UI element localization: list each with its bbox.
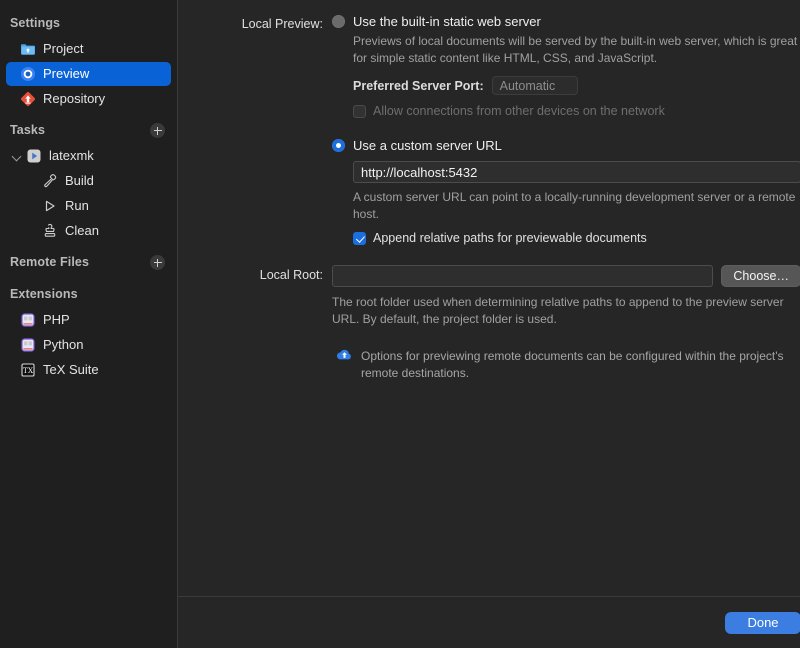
hammer-icon (42, 173, 58, 189)
footer-bar: Done (178, 596, 800, 648)
custom-server-radio-label: Use a custom server URL (353, 138, 502, 153)
preview-target-icon (20, 66, 36, 82)
sidebar-item-label: Repository (43, 91, 106, 106)
sidebar-item-label: TeX Suite (43, 362, 99, 377)
sidebar-item-label: Run (65, 198, 89, 213)
sidebar-item-build[interactable]: Build (6, 169, 171, 193)
task-run-icon (26, 148, 42, 164)
allow-connections-checkbox[interactable] (353, 104, 366, 118)
allow-connections-label: Allow connections from other devices on … (373, 104, 665, 118)
sidebar-item-repository[interactable]: Repository (6, 87, 171, 111)
add-remote-file-button[interactable] (150, 255, 165, 270)
sidebar-item-label: Preview (43, 66, 90, 81)
custom-server-radio[interactable] (332, 139, 345, 152)
builtin-server-radio[interactable] (332, 15, 345, 28)
preferred-server-port-row: Preferred Server Port: Automatic (353, 76, 800, 95)
sidebar-item-label: PHP (43, 312, 70, 327)
sidebar-section-title: Tasks (10, 123, 46, 137)
append-relative-paths-row[interactable]: Append relative paths for previewable do… (353, 231, 800, 245)
tex-extension-icon: TX (20, 362, 36, 378)
sidebar-section-remote-files-header: Remote Files (0, 249, 177, 275)
sidebar-section-title: Remote Files (10, 255, 90, 269)
cloud-upload-icon (336, 347, 353, 367)
local-preview-label: Local Preview: (241, 17, 323, 31)
sidebar-item-label: Clean (65, 223, 99, 238)
custom-server-radio-row[interactable]: Use a custom server URL (332, 138, 800, 153)
local-preview-field-row: Local Preview: Use the built-in static w… (178, 14, 800, 118)
sidebar-item-label: latexmk (49, 148, 94, 163)
custom-server-url-input[interactable]: http://localhost:5432 (353, 161, 800, 183)
svg-text:TX: TX (23, 366, 34, 375)
sidebar-section-settings-header: Settings (0, 10, 177, 36)
chevron-down-icon[interactable] (12, 150, 24, 162)
main-panel: Local Preview: Use the built-in static w… (178, 0, 800, 648)
allow-connections-row[interactable]: Allow connections from other devices on … (353, 104, 800, 118)
local-root-input[interactable] (332, 265, 714, 287)
sidebar-item-clean[interactable]: Clean (6, 219, 171, 243)
local-root-label: Local Root: (259, 268, 323, 282)
sidebar: Settings Project Preview Repository Task… (0, 0, 178, 648)
stamp-icon (42, 223, 58, 239)
append-relative-paths-label: Append relative paths for previewable do… (373, 231, 647, 245)
extension-icon (20, 312, 36, 328)
local-root-description: The root folder used when determining re… (332, 295, 784, 326)
custom-server-description: A custom server URL can point to a local… (353, 190, 796, 221)
project-folder-icon (20, 41, 36, 57)
builtin-server-radio-label: Use the built-in static web server (353, 14, 541, 29)
extension-icon (20, 337, 36, 353)
custom-server-spacer (178, 138, 332, 141)
sidebar-item-tex-suite[interactable]: TX TeX Suite (6, 358, 171, 382)
sidebar-section-tasks-header: Tasks (0, 117, 177, 143)
sidebar-item-label: Python (43, 337, 84, 352)
sidebar-section-title: Extensions (10, 287, 78, 301)
play-icon (42, 198, 58, 214)
sidebar-item-preview[interactable]: Preview (6, 62, 171, 86)
builtin-server-description: Previews of local documents will be serv… (353, 34, 798, 65)
remote-documents-note: Options for previewing remote documents … (332, 347, 800, 381)
local-root-field-row: Local Root: Choose… The root folder used… (178, 265, 800, 381)
preferred-server-port-label: Preferred Server Port: (353, 78, 484, 93)
settings-window: Settings Project Preview Repository Task… (0, 0, 800, 648)
choose-button[interactable]: Choose… (721, 265, 800, 287)
sidebar-item-project[interactable]: Project (6, 37, 171, 61)
sidebar-item-python[interactable]: Python (6, 333, 171, 357)
append-relative-paths-checkbox[interactable] (353, 231, 366, 245)
sidebar-section-extensions-header: Extensions (0, 281, 177, 307)
local-root-row: Choose… (332, 265, 800, 287)
remote-documents-note-text: Options for previewing remote documents … (361, 349, 784, 380)
preferred-server-port-input[interactable]: Automatic (491, 76, 578, 95)
custom-server-field-row: Use a custom server URL http://localhost… (178, 138, 800, 245)
sidebar-section-title: Settings (10, 16, 61, 30)
done-button[interactable]: Done (725, 611, 800, 634)
add-task-button[interactable] (150, 123, 165, 138)
sidebar-item-php[interactable]: PHP (6, 308, 171, 332)
repository-diamond-icon (20, 91, 36, 107)
builtin-server-radio-row[interactable]: Use the built-in static web server (332, 14, 800, 29)
preview-settings-content: Local Preview: Use the built-in static w… (178, 0, 800, 596)
sidebar-item-run[interactable]: Run (6, 194, 171, 218)
sidebar-item-latexmk[interactable]: latexmk (6, 144, 171, 168)
sidebar-item-label: Project (43, 41, 84, 56)
sidebar-item-label: Build (65, 173, 94, 188)
